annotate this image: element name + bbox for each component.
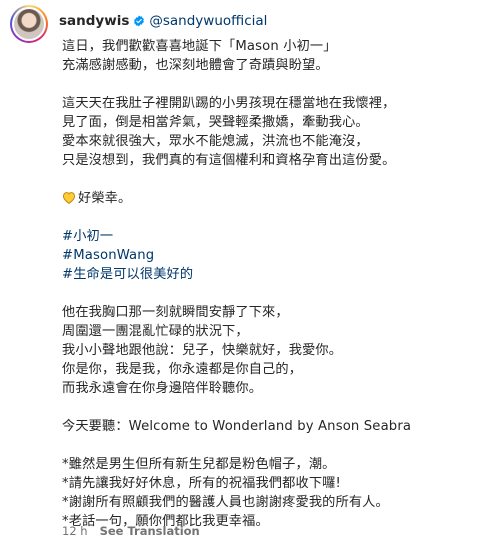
hashtag-link[interactable]: #MasonWang bbox=[62, 246, 474, 265]
yellow-heart-icon bbox=[62, 192, 76, 204]
username-link[interactable]: sandywis bbox=[59, 13, 129, 29]
avatar[interactable] bbox=[10, 5, 48, 43]
verified-badge-icon bbox=[134, 15, 145, 27]
note-line: *謝謝所有照顧我們的醫護人員也謝謝疼愛我的所有人。 bbox=[62, 495, 389, 510]
caption-line: 你是你，我是我，你永遠都是你自己的， bbox=[62, 362, 303, 377]
post-meta: 12 h See Translation bbox=[62, 524, 200, 538]
hashtag-link[interactable]: #小初一 bbox=[62, 227, 474, 246]
heart-line: 好榮幸。 bbox=[62, 189, 474, 208]
caption-line: 他在我胸口那一刻就瞬間安靜了下來， bbox=[62, 305, 289, 320]
caption-line: 充滿感謝感動，也深刻地體會了奇蹟與盼望。 bbox=[62, 58, 329, 73]
avatar-border bbox=[12, 7, 46, 41]
caption-line: 這天天在我肚子裡開趴踢的小男孩現在穩當地在我懷裡， bbox=[62, 96, 396, 111]
note-line: *請先讓我好好休息，所有的祝福我們都收下囉! bbox=[62, 476, 341, 491]
caption-header: sandywis @sandywuofficial bbox=[59, 12, 267, 30]
caption-line: 這日，我們歡歡喜喜地誕下「Mason 小初一」 bbox=[62, 39, 337, 54]
caption-text: 這日，我們歡歡喜喜地誕下「Mason 小初一」 充滿感謝感動，也深刻地體會了奇蹟… bbox=[62, 37, 474, 531]
caption-line: 我小小聲地跟他說：兒子，快樂就好，我愛你。 bbox=[62, 343, 343, 358]
post-timestamp[interactable]: 12 h bbox=[62, 524, 88, 538]
caption-line: 見了面，倒是相當斧氣，哭聲輕柔撒嬌，牽動我心。 bbox=[62, 115, 369, 130]
caption-line: 周圍還一團混亂忙碌的狀況下， bbox=[62, 324, 249, 339]
see-translation-button[interactable]: See Translation bbox=[100, 524, 200, 538]
caption-line: 而我永遠會在你身邊陪伴聆聽你。 bbox=[62, 381, 263, 396]
instagram-post-caption: sandywis @sandywuofficial 這日，我們歡歡喜喜地誕下「M… bbox=[0, 0, 484, 544]
caption-line: 只是沒想到，我們真的有這個權利和資格孕育出這份愛。 bbox=[62, 153, 396, 168]
song-line: 今天要聽：Welcome to Wonderland by Anson Seab… bbox=[62, 419, 412, 434]
hashtag-link[interactable]: #生命是可以很美好的 bbox=[62, 265, 474, 284]
note-line: *雖然是男生但所有新生兒都是粉色帽子，潮。 bbox=[62, 457, 336, 472]
heart-text: 好榮幸。 bbox=[78, 191, 132, 206]
avatar-image bbox=[14, 9, 44, 39]
mention-link[interactable]: @sandywuofficial bbox=[149, 13, 267, 29]
caption-line: 愛本來就很強大，眾水不能熄滅，洪流也不能淹沒， bbox=[62, 134, 369, 149]
